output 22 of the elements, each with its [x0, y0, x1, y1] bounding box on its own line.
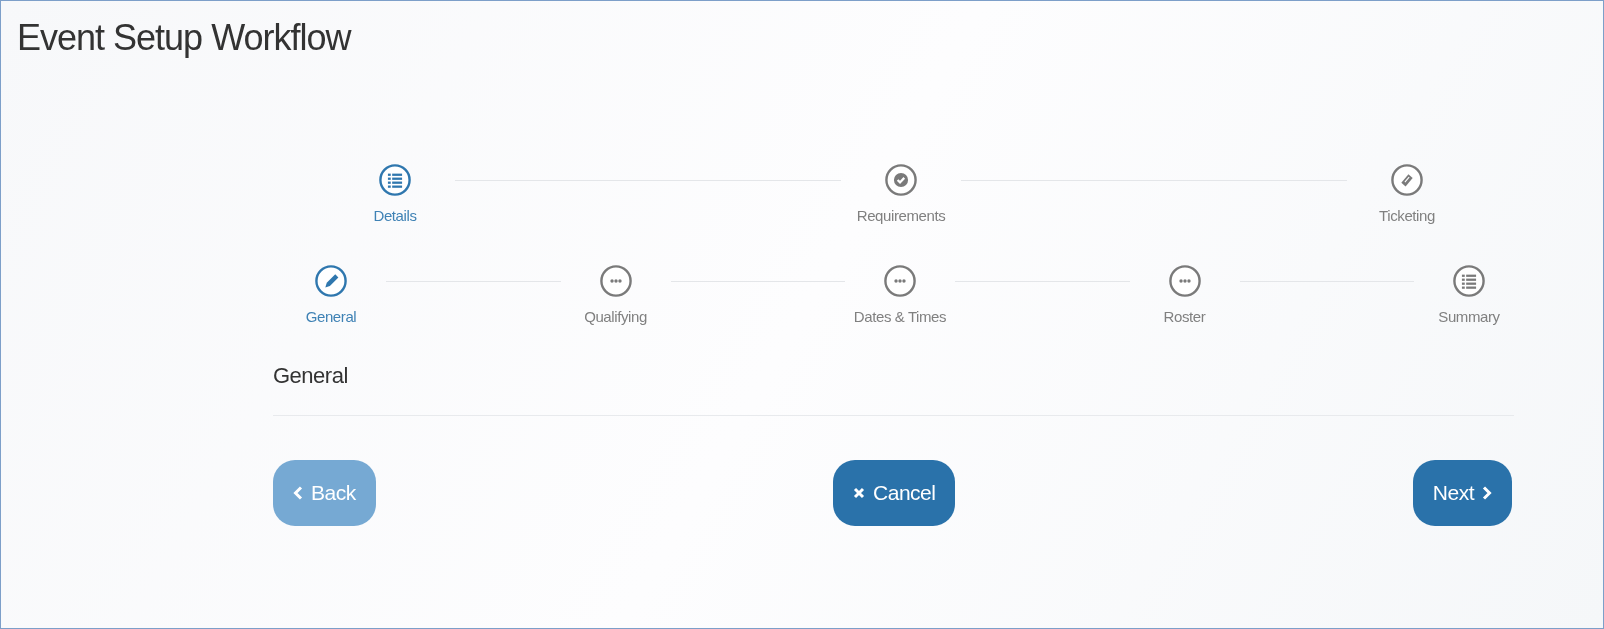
ellipsis-icon: [1167, 264, 1202, 298]
step-label[interactable]: Details: [373, 207, 417, 224]
next-button[interactable]: Next: [1412, 460, 1512, 526]
step-label[interactable]: General: [305, 308, 357, 325]
chevron-left-icon: [293, 486, 303, 500]
step-label[interactable]: Requirements: [856, 207, 946, 224]
chevron-right-icon: [1482, 486, 1492, 500]
check-icon: [884, 163, 918, 197]
ellipsis-icon: [598, 264, 633, 298]
list-icon: [1452, 264, 1486, 298]
list-icon: [378, 163, 412, 197]
ellipsis-icon: [883, 264, 917, 298]
cancel-button[interactable]: Cancel: [833, 460, 956, 526]
step-label[interactable]: Qualifying: [584, 308, 647, 325]
step-label[interactable]: Roster: [1163, 308, 1206, 325]
section-heading: General: [273, 363, 349, 389]
step-label[interactable]: Ticketing: [1379, 207, 1435, 224]
pencil-icon: [314, 264, 348, 298]
close-icon: [853, 487, 866, 499]
page-title: Event Setup Workflow: [16, 16, 353, 60]
step-label[interactable]: Summary: [1438, 308, 1500, 325]
step-label[interactable]: Dates & Times: [853, 308, 947, 325]
